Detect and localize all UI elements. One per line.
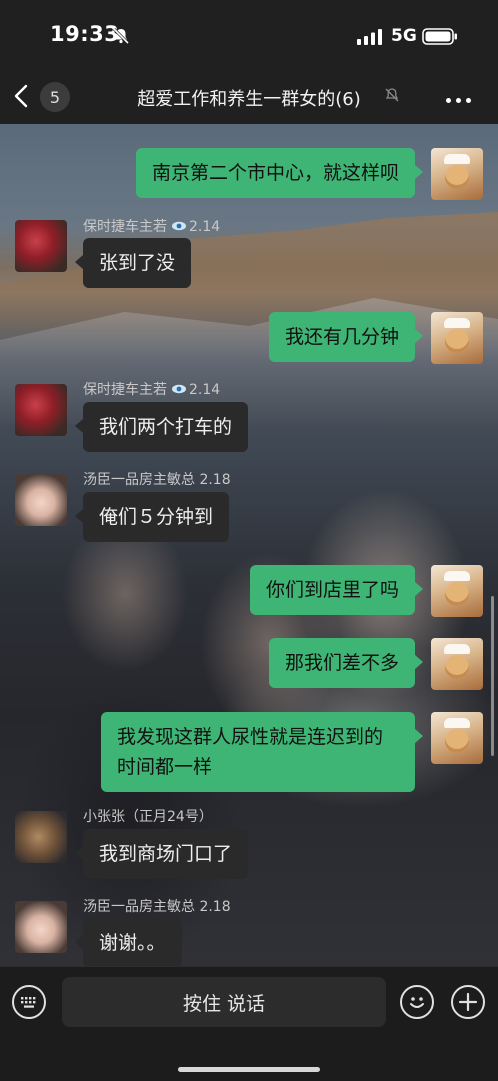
my-avatar[interactable] <box>431 148 483 200</box>
message-bubble-outgoing[interactable]: 那我们差不多 <box>268 638 424 688</box>
my-avatar[interactable] <box>431 565 483 617</box>
status-time: 19:33 <box>50 22 120 46</box>
battery-icon <box>422 28 457 45</box>
status-bar: 19:33 5G <box>0 0 498 72</box>
message-bubble-incoming[interactable]: 我们两个打车的 <box>74 402 249 452</box>
eye-icon <box>172 384 186 394</box>
message-bubble-outgoing[interactable]: 你们到店里了吗 <box>249 565 424 615</box>
sender-avatar[interactable] <box>15 474 67 526</box>
my-avatar[interactable] <box>431 312 483 364</box>
message-bubble-incoming[interactable]: 俺们５分钟到 <box>74 492 230 542</box>
signal-bars-icon <box>357 29 382 45</box>
eye-icon <box>172 221 186 231</box>
unread-badge: 5 <box>40 82 70 112</box>
sender-name: 保时捷车主若 2.14 <box>83 382 221 398</box>
my-avatar[interactable] <box>431 712 483 764</box>
keyboard-icon[interactable] <box>12 985 46 1019</box>
sender-avatar[interactable] <box>15 384 67 436</box>
sender-avatar[interactable] <box>15 901 67 953</box>
chat-background <box>0 124 498 966</box>
sender-name: 保时捷车主若 2.14 <box>83 219 221 235</box>
chevron-left-icon <box>14 84 28 108</box>
message-bubble-incoming[interactable]: 谢谢。。 <box>75 918 182 968</box>
sender-avatar[interactable] <box>15 811 67 863</box>
message-bubble-outgoing[interactable]: 我发现这群人尿性就是连迟到的时间都一样 <box>101 712 423 792</box>
hold-to-talk-button[interactable]: 按住 说话 <box>62 977 386 1027</box>
scrollbar[interactable] <box>491 596 494 756</box>
network-label: 5G <box>391 26 417 46</box>
sender-name: 小张张（正月24号） <box>83 809 213 825</box>
home-indicator <box>178 1067 320 1072</box>
plus-icon[interactable] <box>451 985 485 1019</box>
message-bubble-incoming[interactable]: 张到了没 <box>74 238 192 288</box>
input-bar: 按住 说话 <box>0 966 498 1081</box>
sender-name: 汤臣一品房主敏总 2.18 <box>83 472 231 488</box>
message-bubble-outgoing[interactable]: 我还有几分钟 <box>268 312 424 362</box>
bell-slash-icon <box>112 27 130 45</box>
sender-avatar[interactable] <box>15 220 67 272</box>
message-bubble-incoming[interactable]: 我到商场门口了 <box>74 829 249 879</box>
chat-title[interactable]: 超爱工作和养生一群女的(6) <box>100 85 398 111</box>
my-avatar[interactable] <box>431 638 483 690</box>
back-button[interactable]: 5 <box>14 80 76 116</box>
chat-header: 5 超爱工作和养生一群女的(6) <box>0 72 498 124</box>
smiley-icon[interactable] <box>400 985 434 1019</box>
message-bubble-outgoing[interactable]: 南京第二个市中心，就这样呗 <box>135 148 424 198</box>
title-mute-icon <box>385 88 399 102</box>
more-dots-icon[interactable] <box>446 92 478 108</box>
sender-name: 汤臣一品房主敏总 2.18 <box>83 899 231 915</box>
